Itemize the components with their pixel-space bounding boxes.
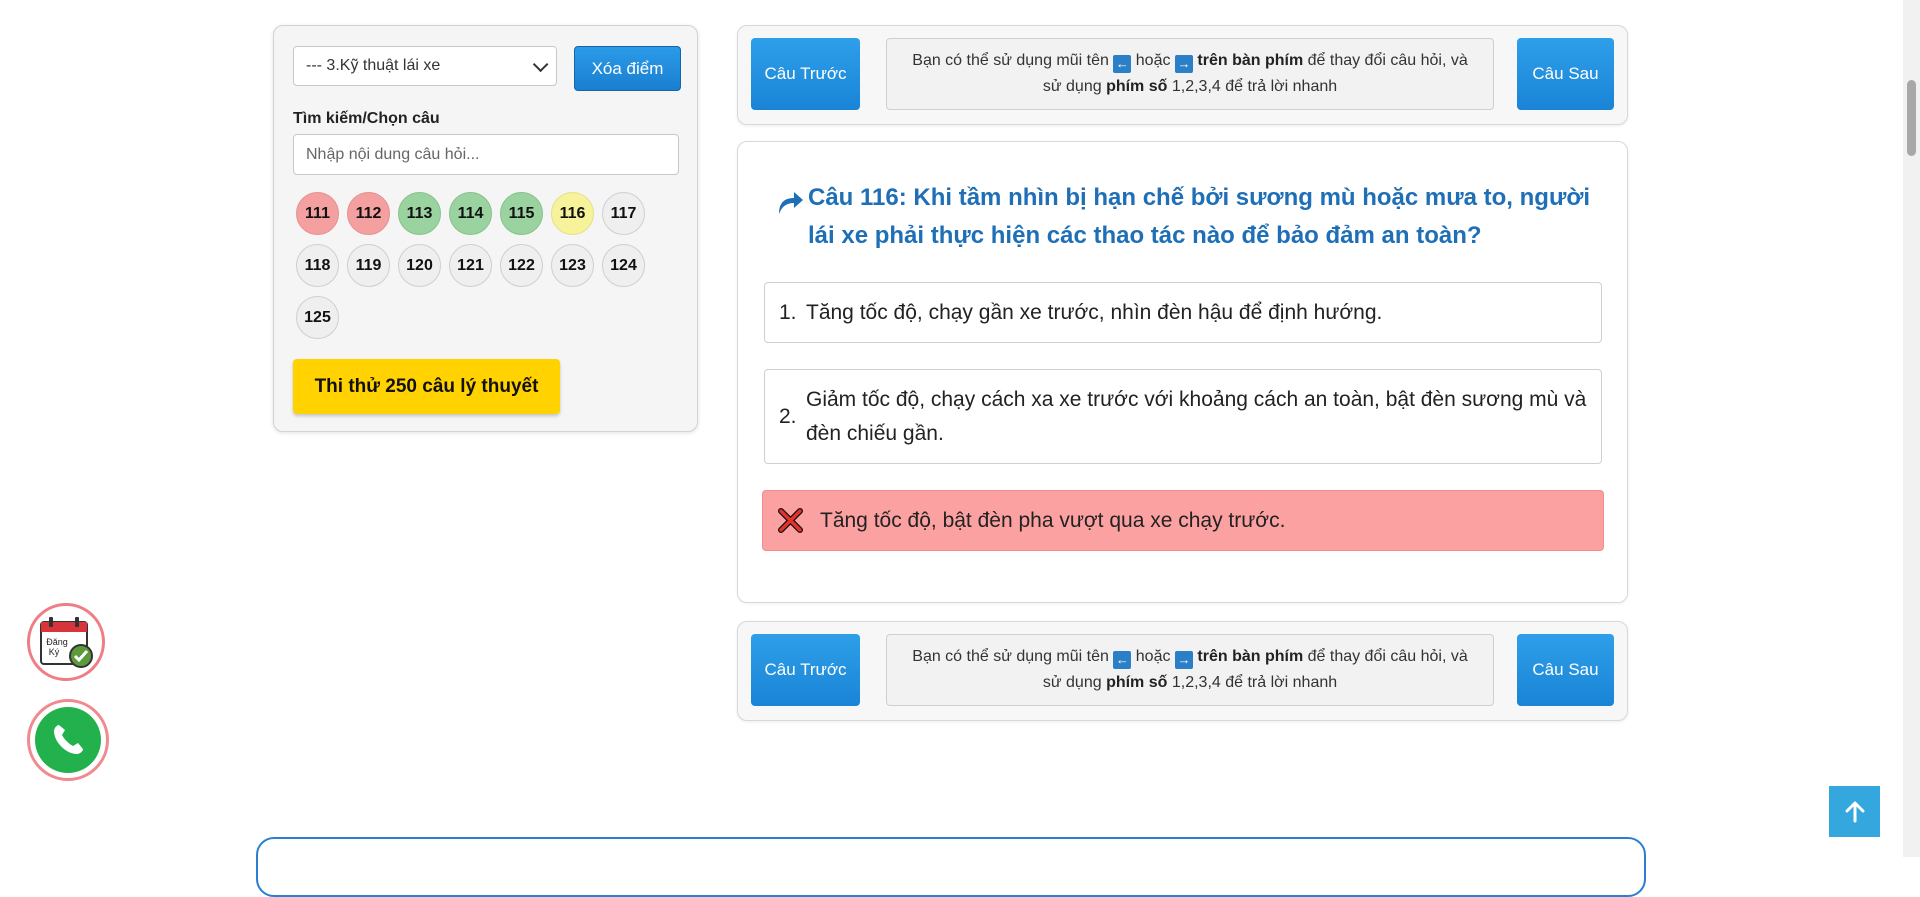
hint-keyboard: trên bàn phím <box>1197 52 1304 69</box>
question-number-button[interactable]: 125 <box>296 296 339 339</box>
question-number-button[interactable]: 122 <box>500 244 543 287</box>
answer-option-3-wrong[interactable]: Tăng tốc độ, bật đèn pha vượt qua xe chạ… <box>762 490 1604 551</box>
scroll-top-button[interactable] <box>1829 786 1880 837</box>
question-sidebar: --- 3.Kỹ thuật lái xe Xóa điểm Tìm kiếm/… <box>273 25 698 432</box>
register-text: Ký <box>49 647 60 657</box>
question-number-button[interactable]: 111 <box>296 192 339 235</box>
hint-keyboard: trên bàn phím <box>1197 648 1304 665</box>
question-number-button[interactable]: 118 <box>296 244 339 287</box>
call-float-button[interactable] <box>27 699 109 781</box>
keyboard-hint: Bạn có thể sử dụng mũi tên ← hoặc → trên… <box>886 38 1494 110</box>
answer-option-2[interactable]: 2. Giảm tốc độ, chạy cách xa xe trước vớ… <box>764 369 1602 464</box>
share-arrow-icon <box>779 192 803 214</box>
hint-text: Bạn có thể sử dụng mũi tên <box>912 648 1109 665</box>
hint-text: để thay đổi câu hỏi, và <box>1307 52 1468 69</box>
question-number-button[interactable]: 115 <box>500 192 543 235</box>
question-number-button[interactable]: 119 <box>347 244 390 287</box>
hint-or: hoặc <box>1135 52 1171 69</box>
question-number-button[interactable]: 112 <box>347 192 390 235</box>
topic-select-value: --- 3.Kỹ thuật lái xe <box>306 57 441 74</box>
prev-question-button[interactable]: Câu Trước <box>751 38 860 110</box>
phone-icon <box>54 725 83 754</box>
hint-text: 1,2,3,4 để trả lời nhanh <box>1171 674 1338 691</box>
topic-select[interactable]: --- 3.Kỹ thuật lái xe <box>293 46 557 86</box>
keyboard-hint: Bạn có thể sử dụng mũi tên ← hoặc → trên… <box>886 634 1494 706</box>
question-nav-top: Câu Trước Bạn có thể sử dụng mũi tên ← h… <box>737 25 1628 125</box>
bottom-section-box <box>256 837 1646 897</box>
arrow-left-icon: ← <box>1113 55 1132 73</box>
hint-text: sử dụng <box>1042 78 1102 95</box>
option-number: 1. <box>779 300 797 324</box>
prev-question-button[interactable]: Câu Trước <box>751 634 860 706</box>
question-number-button[interactable]: 114 <box>449 192 492 235</box>
question-number-button[interactable]: 113 <box>398 192 441 235</box>
question-nav-bottom: Câu Trước Bạn có thể sử dụng mũi tên ← h… <box>737 621 1628 721</box>
hint-numkeys: phím số <box>1106 674 1168 691</box>
hint-text: để thay đổi câu hỏi, và <box>1307 648 1468 665</box>
option-number: 2. <box>779 404 797 428</box>
wrong-x-icon <box>778 508 803 533</box>
hint-or: hoặc <box>1135 648 1171 665</box>
option-text: Tăng tốc độ, chạy gần xe trước, nhìn đèn… <box>806 300 1383 324</box>
question-number-button[interactable]: 120 <box>398 244 441 287</box>
call-circle <box>35 707 101 773</box>
search-label: Tìm kiếm/Chọn câu <box>293 110 440 127</box>
hint-text: Bạn có thể sử dụng mũi tên <box>912 52 1109 69</box>
option-text: Giảm tốc độ, chạy cách xa xe trước với k… <box>806 387 1587 445</box>
question-number-grid: 111 112 113 114 115 116 117 118 119 120 121 122 123 1… <box>296 192 666 339</box>
arrow-left-icon: ← <box>1113 651 1132 669</box>
register-text: Đăng <box>46 637 68 647</box>
answer-option-1[interactable]: 1. Tăng tốc độ, chạy gần xe trước, nhìn … <box>764 282 1602 343</box>
next-question-button[interactable]: Câu Sau <box>1517 38 1614 110</box>
calendar-check-icon: Đăng Ký <box>40 617 93 668</box>
search-input[interactable] <box>293 134 679 175</box>
scrollbar-thumb[interactable] <box>1907 80 1916 156</box>
hint-numkeys: phím số <box>1106 78 1168 95</box>
chevron-down-icon <box>532 56 549 72</box>
next-question-button[interactable]: Câu Sau <box>1517 634 1614 706</box>
option-text: Tăng tốc độ, bật đèn pha vượt qua xe chạ… <box>820 508 1286 532</box>
question-number-button[interactable]: 121 <box>449 244 492 287</box>
hint-text: 1,2,3,4 để trả lời nhanh <box>1171 78 1338 95</box>
arrow-up-icon <box>1845 801 1864 822</box>
hint-text: sử dụng <box>1042 674 1102 691</box>
trial-exam-button[interactable]: Thi thử 250 câu lý thuyết <box>293 359 560 414</box>
question-card: Câu 116: Khi tầm nhìn bị hạn chế bởi sươ… <box>737 141 1628 603</box>
arrow-right-icon: → <box>1174 651 1193 669</box>
question-number-button[interactable]: 117 <box>602 192 645 235</box>
register-float-button[interactable]: Đăng Ký <box>27 603 105 681</box>
question-title: Câu 116: Khi tầm nhìn bị hạn chế bởi sươ… <box>808 184 1591 249</box>
question-number-button[interactable]: 123 <box>551 244 594 287</box>
question-number-button[interactable]: 124 <box>602 244 645 287</box>
arrow-right-icon: → <box>1174 55 1193 73</box>
page-scrollbar[interactable] <box>1903 0 1920 857</box>
clear-score-button[interactable]: Xóa điểm <box>574 46 681 91</box>
question-number-button[interactable]: 116 <box>551 192 594 235</box>
